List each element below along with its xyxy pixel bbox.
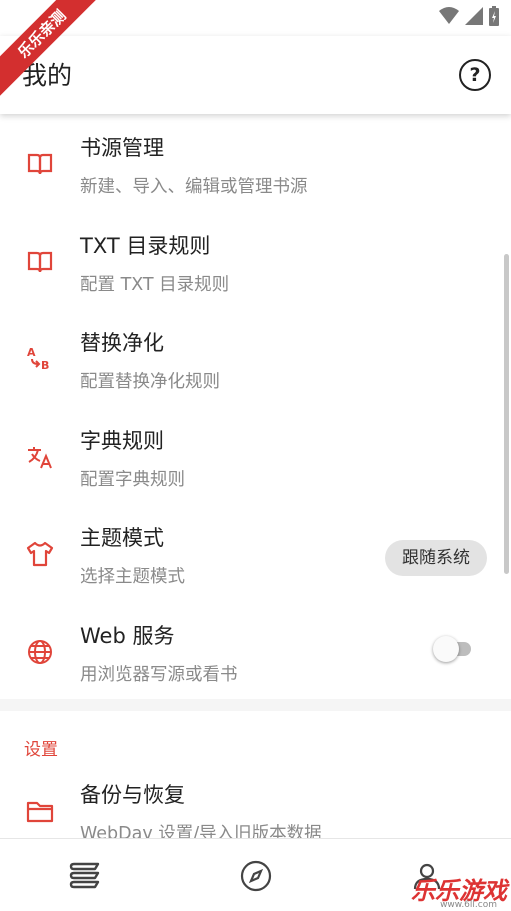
settings-card: 设置 备份与恢复 WebDav 设置/导入旧版本数据: [0, 711, 511, 838]
row-web-service[interactable]: Web 服务 用浏览器写源或看书: [0, 602, 511, 700]
watermark-logo: 乐乐游戏 www.6ll.com: [411, 871, 507, 910]
row-subtitle: 配置替换净化规则: [80, 372, 220, 392]
main-card: 书源管理 新建、导入、编辑或管理书源 TXT 目录规则 配置 TXT 目录规则 …: [0, 114, 511, 699]
row-title: 字典规则: [80, 428, 164, 453]
compass-icon[interactable]: [239, 859, 273, 893]
shirt-icon: [26, 541, 54, 567]
row-subtitle: 新建、导入、编辑或管理书源: [80, 177, 308, 197]
row-subtitle: WebDav 设置/导入旧版本数据: [80, 824, 322, 838]
theme-mode-chip[interactable]: 跟随系统: [385, 540, 487, 576]
row-title: 备份与恢复: [80, 783, 185, 807]
row-dictionary[interactable]: 字典规则 配置字典规则: [0, 407, 511, 505]
section-header-label: 设置: [24, 740, 58, 760]
book-icon: [27, 251, 53, 272]
row-backup[interactable]: 备份与恢复 WebDav 设置/导入旧版本数据: [0, 761, 511, 838]
row-title: Web 服务: [80, 623, 175, 648]
row-title: 书源管理: [80, 136, 164, 160]
find-replace-icon: AB: [27, 346, 49, 372]
row-title: TXT 目录规则: [80, 233, 211, 258]
section-header: 设置: [0, 711, 511, 761]
row-replace[interactable]: AB 替换净化 配置替换净化规则: [0, 309, 511, 407]
row-title: 主题模式: [80, 526, 164, 550]
row-subtitle: 配置 TXT 目录规则: [80, 274, 230, 295]
book-icon: [27, 153, 53, 175]
globe-icon: [28, 639, 52, 664]
web-service-toggle[interactable]: [433, 635, 471, 662]
row-theme[interactable]: 主题模式 选择主题模式 跟随系统: [0, 504, 511, 602]
scrollbar[interactable]: [504, 254, 509, 574]
toggle-knob: [433, 635, 459, 662]
app-bar: 我的 ?: [0, 36, 511, 114]
translate-icon: [28, 446, 52, 468]
wifi-icon: [439, 7, 459, 24]
watermark-url: www.6ll.com: [440, 900, 497, 910]
settings-list[interactable]: 书源管理 新建、导入、编辑或管理书源 TXT 目录规则 配置 TXT 目录规则 …: [0, 114, 511, 838]
folder-icon: [26, 801, 54, 823]
row-txt-toc[interactable]: TXT 目录规则 配置 TXT 目录规则: [0, 212, 511, 310]
svg-text:B: B: [41, 359, 49, 372]
help-button[interactable]: ?: [459, 59, 491, 91]
row-subtitle: 配置字典规则: [80, 469, 185, 490]
signal-icon: [465, 7, 483, 25]
row-subtitle: 选择主题模式: [80, 567, 185, 587]
row-title: 替换净化: [80, 331, 164, 355]
row-book-source[interactable]: 书源管理 新建、导入、编辑或管理书源: [0, 114, 511, 212]
section-divider: [0, 699, 511, 711]
battery-icon: [489, 6, 499, 26]
bookshelf-icon[interactable]: [68, 859, 102, 893]
svg-text:A: A: [27, 346, 36, 359]
row-subtitle: 用浏览器写源或看书: [80, 664, 238, 685]
